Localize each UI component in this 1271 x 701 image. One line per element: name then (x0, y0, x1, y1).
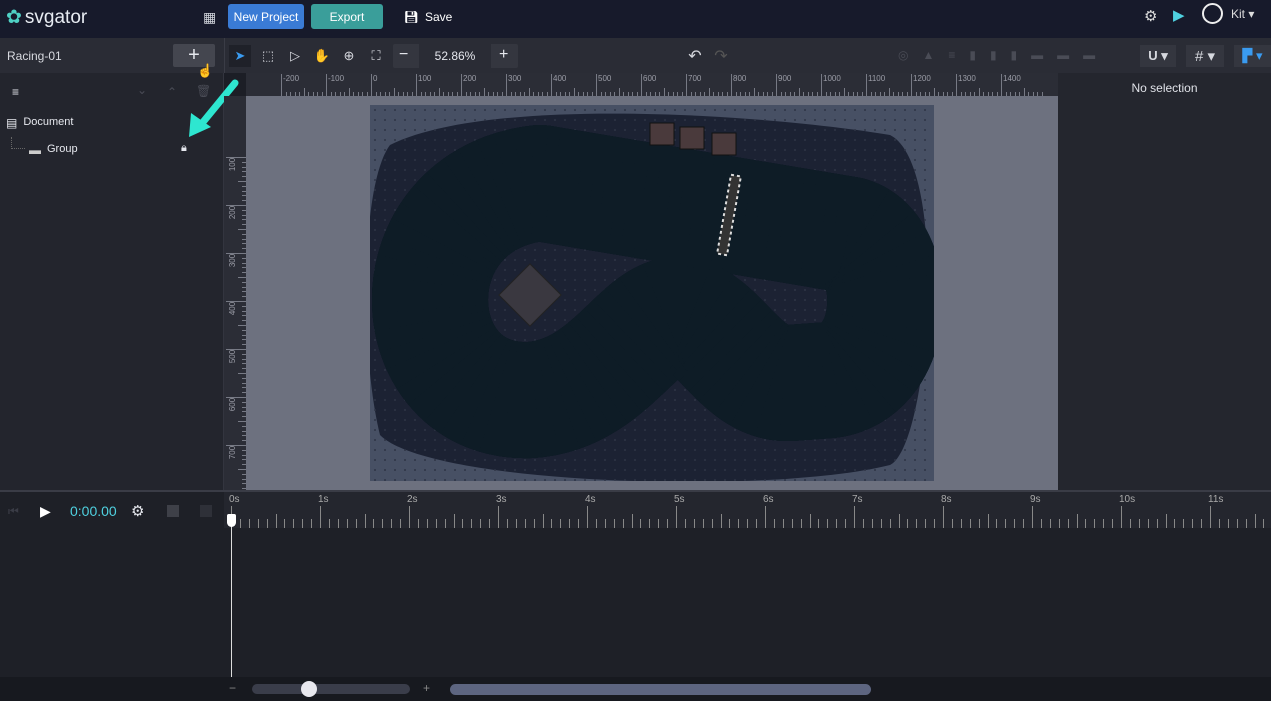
ruler-label: 800 (733, 74, 747, 83)
no-selection-label: No selection (1131, 81, 1198, 95)
time-label: 10s (1119, 494, 1136, 505)
settings-gear-icon[interactable]: ⚙ (1144, 7, 1157, 25)
ruler-label: 400 (553, 74, 567, 83)
ruler-label: 500 (228, 349, 238, 364)
cursor-hand-icon: ☝ (197, 63, 214, 78)
time-label: 2s (407, 494, 418, 505)
ruler-label: 1100 (868, 74, 886, 83)
timeline-zoom-slider[interactable] (252, 684, 410, 694)
layer-group[interactable]: ▬ Group (29, 143, 78, 157)
time-label: 11s (1208, 494, 1224, 505)
zoom-in-button[interactable]: + (499, 46, 508, 64)
rulers-icon[interactable]: ▛ ▾ (1234, 45, 1271, 67)
new-project-button[interactable]: New Project (228, 4, 304, 29)
ruler-label: 600 (643, 74, 657, 83)
time-label: 9s (1030, 494, 1041, 505)
playhead[interactable] (231, 514, 232, 679)
select-tool-icon[interactable]: ➤ (229, 45, 251, 67)
stagger-icon[interactable] (200, 505, 212, 517)
layer-document[interactable]: ▤ Document (6, 116, 73, 130)
ruler-label: 100 (228, 157, 238, 172)
ruler-label: 300 (228, 253, 238, 268)
time-label: 7s (852, 494, 863, 505)
time-label: 6s (763, 494, 774, 505)
document-icon: ▤ (6, 116, 18, 130)
time-label: 5s (674, 494, 685, 505)
preview-play-icon[interactable]: ▶ (1173, 6, 1185, 24)
zoom-level[interactable]: 52.86% (419, 44, 491, 68)
time-label: 0s (229, 494, 240, 505)
vertical-ruler[interactable]: 100 200 300 400 500 600 700 (224, 96, 246, 490)
current-time[interactable]: 0:00.00 (70, 503, 117, 519)
sort-layers-icon[interactable]: ≡ (12, 85, 19, 99)
ruler-label: 1400 (1003, 74, 1021, 83)
timeline-zoom-out[interactable]: − (229, 681, 236, 695)
artboard[interactable] (370, 105, 934, 481)
hand-tool-icon[interactable]: ✋ (311, 45, 333, 67)
move-down-icon[interactable]: ⌄ (137, 83, 147, 97)
ruler-label: 700 (228, 445, 238, 460)
ruler-label: -200 (283, 74, 300, 83)
ruler-label: -100 (328, 74, 345, 83)
move-up-icon[interactable]: ⌃ (167, 85, 177, 99)
zoom-slider-thumb[interactable] (301, 681, 317, 697)
folder-icon: ▬ (29, 143, 41, 157)
timeline-panel: ⏮ ▶ 0:00.00 ⚙ 0s 1s 2s 3s 4s 5s 6s 7s 8s 9s 10s 11s (0, 490, 1271, 679)
bottom-bar: − + (0, 677, 1271, 701)
save-button[interactable]: 💾︎ Save (402, 4, 454, 29)
ruler-label: 400 (228, 301, 238, 316)
ruler-label: 100 (418, 74, 432, 83)
grid-icon[interactable]: # ▾ (1186, 45, 1224, 67)
export-button[interactable]: Export (311, 4, 383, 29)
play-button[interactable]: ▶ (40, 503, 51, 520)
ruler-label: 1200 (913, 74, 931, 83)
user-menu[interactable]: Kit ▾ (1231, 7, 1254, 21)
project-name[interactable]: Racing-01 (7, 49, 62, 63)
time-label: 1s (318, 494, 329, 505)
ruler-label: 200 (228, 205, 238, 220)
time-label: 3s (496, 494, 507, 505)
align-tools: ◎▲≡▮▮▮▬▬▬ (898, 48, 1110, 62)
zoom-control: − 52.86% + (393, 44, 518, 68)
save-icon: 💾︎ (403, 9, 419, 24)
ruler-label: 500 (598, 74, 612, 83)
timeline-zoom-in[interactable]: + (423, 681, 430, 695)
undo-icon[interactable]: ↶ (684, 45, 706, 67)
transform-tool-icon[interactable]: ⬚ (257, 45, 279, 67)
lock-icon[interactable]: 🔒︎ (181, 142, 187, 155)
ruler-label: 1300 (958, 74, 976, 83)
avatar[interactable] (1202, 3, 1223, 24)
snap-magnet-icon[interactable]: U ▾ (1140, 45, 1176, 67)
top-bar: ✿ svgator ▦ New Project Export 💾︎ Save ⚙ ▶… (0, 0, 1271, 38)
playhead-handle[interactable] (227, 514, 236, 527)
ruler-label: 0 (373, 74, 378, 83)
node-tool-icon[interactable]: ▷ (284, 45, 306, 67)
canvas-area[interactable] (246, 96, 1058, 490)
easing-icon[interactable] (167, 505, 179, 517)
skip-back-icon[interactable]: ⏮ (8, 504, 19, 519)
ruler-label: 700 (688, 74, 702, 83)
redo-icon[interactable]: ↷ (710, 45, 732, 67)
time-label: 4s (585, 494, 596, 505)
zoom-tool-icon[interactable]: ⊕ (338, 45, 360, 67)
ruler-label: 600 (228, 397, 238, 412)
gator-icon: ✿ (6, 7, 22, 28)
ruler-label: 200 (463, 74, 477, 83)
time-ruler[interactable]: 0s 1s 2s 3s 4s 5s 6s 7s 8s 9s 10s 11s (224, 492, 1271, 528)
horizontal-ruler[interactable]: -200 -100 0 100 200 300 400 500 600 700 800 900 1000… (246, 73, 1058, 96)
ruler-label: 900 (778, 74, 792, 83)
zoom-out-button[interactable]: − (399, 46, 408, 64)
timeline-settings-icon[interactable]: ⚙ (131, 502, 144, 520)
time-label: 8s (941, 494, 952, 505)
horizontal-scrollbar[interactable] (450, 684, 871, 695)
ruler-label: 1000 (823, 74, 841, 83)
fit-screen-icon[interactable]: ⛶ (365, 45, 387, 67)
apps-grid-icon[interactable]: ▦ (203, 9, 216, 26)
svgator-logo[interactable]: ✿ svgator (6, 6, 87, 29)
ruler-label: 300 (508, 74, 522, 83)
properties-panel: No selection (1058, 73, 1271, 490)
